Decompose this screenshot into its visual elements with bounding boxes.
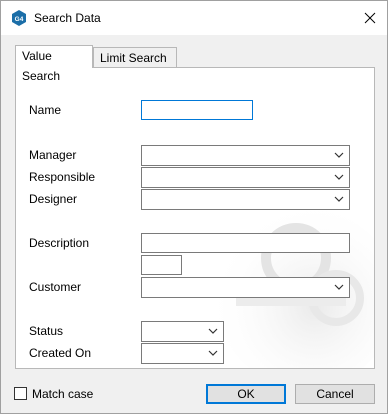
manager-label: Manager [29,148,77,162]
description-input[interactable] [141,233,350,253]
title-bar: G4 Search Data [1,1,387,35]
designer-select[interactable] [141,189,350,210]
responsible-select[interactable] [141,167,350,188]
created-on-select[interactable] [141,343,224,364]
close-icon [364,12,376,24]
customer-label: Customer [29,280,82,294]
close-button[interactable] [359,7,381,29]
chevron-down-icon [334,174,344,180]
designer-label: Designer [29,192,78,206]
tab-limit-search[interactable]: Limit Search [93,47,177,68]
status-label: Status [29,324,64,338]
dialog-title: Search Data [34,11,101,25]
tab-value-search[interactable]: Value Search [15,45,93,83]
chevron-down-icon [334,284,344,290]
cancel-button[interactable]: Cancel [295,384,375,404]
description-label: Description [29,236,90,250]
chevron-down-icon [334,196,344,202]
search-data-dialog: G4 Search Data Value Search Limit Search [0,0,388,414]
created-on-label: Created On [29,346,92,360]
app-logo-icon: G4 [12,10,26,26]
chevron-down-icon [208,328,218,334]
chevron-down-icon [334,152,344,158]
name-input[interactable] [141,100,253,120]
customer-select[interactable] [141,277,350,298]
match-case-checkbox[interactable] [14,387,27,400]
manager-select[interactable] [141,145,350,166]
value-search-panel: Name Manager Responsible Designer Descri… [15,67,375,369]
name-label: Name [29,103,62,117]
match-case-label: Match case [32,387,94,401]
ok-button[interactable]: OK [206,384,286,404]
status-select[interactable] [141,321,224,342]
description-extra-input[interactable] [141,255,182,275]
svg-text:G4: G4 [15,16,24,23]
responsible-label: Responsible [29,170,96,184]
chevron-down-icon [208,350,218,356]
